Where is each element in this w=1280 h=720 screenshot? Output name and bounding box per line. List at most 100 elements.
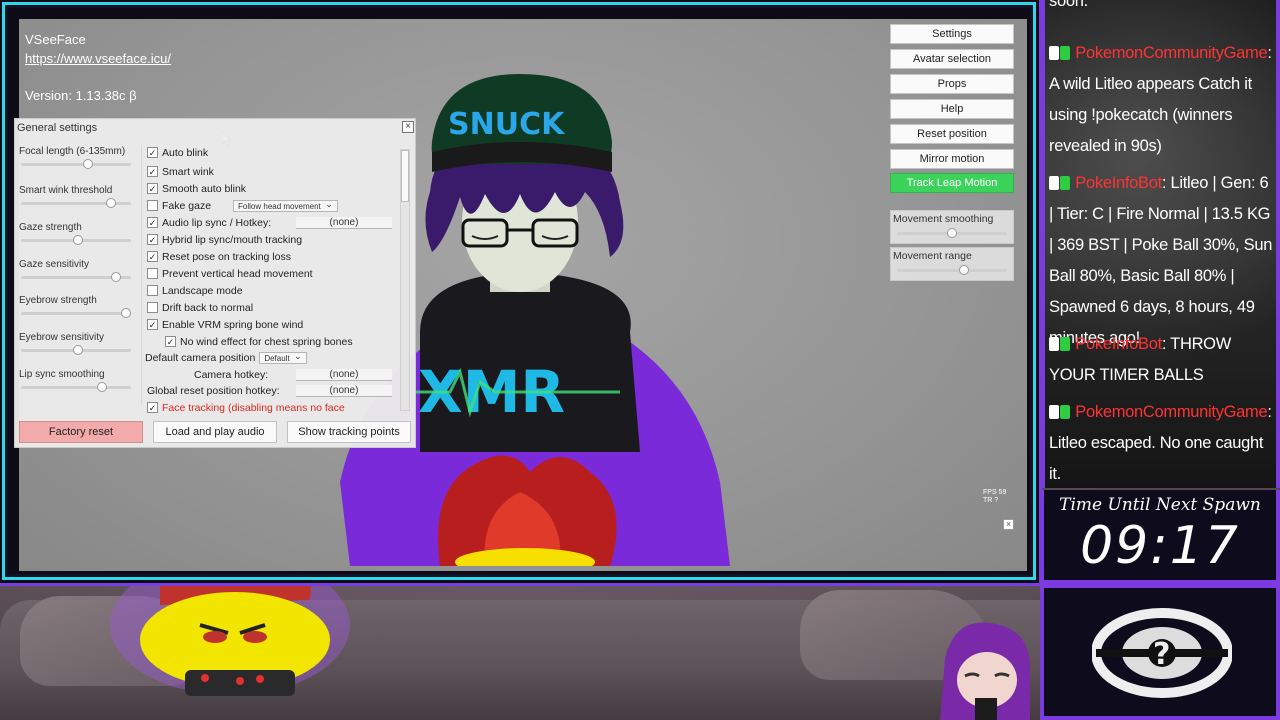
reset-position-button[interactable]: Reset position [890,124,1014,144]
slider-knob[interactable] [73,235,83,245]
camera-position-dropdown[interactable]: Default [259,351,307,364]
option-row[interactable]: Fake gaze Follow head movement [147,198,338,213]
badge-icon [1049,176,1059,190]
movement-smoothing-control: Movement smoothing [890,210,1014,244]
option-row[interactable]: Landscape mode [147,283,243,298]
option-label: Fake gaze [162,199,212,212]
slider-track[interactable] [21,386,131,389]
badge-icon [1060,176,1070,190]
camera-hotkey-field[interactable]: (none) [296,369,392,381]
option-checkbox[interactable] [147,285,158,296]
option-label: Hybrid lip sync/mouth tracking [162,233,303,246]
slider-row: Lip sync smoothing [19,369,139,392]
general-settings-panel: General settings × Focal length (6-135mm… [14,118,416,448]
option-label: Prevent vertical head movement [162,267,313,280]
option-row[interactable]: ✓ Auto blink [147,145,208,160]
option-row[interactable]: Drift back to normal [147,300,253,315]
movement-range-track[interactable] [897,269,1007,272]
camera-hotkey-row: Camera hotkey: [194,367,268,382]
face-tracking-checkbox[interactable]: ✓ [147,402,158,413]
mirror-motion-button[interactable]: Mirror motion [890,149,1014,169]
settings-button[interactable]: Settings [890,24,1014,44]
factory-reset-button[interactable]: Factory reset [19,421,143,443]
fake-gaze-dropdown[interactable]: Follow head movement [233,199,338,212]
slider-label: Gaze strength [19,222,82,233]
option-label: No wind effect for chest spring bones [180,335,353,348]
option-row[interactable]: ✓ No wind effect for chest spring bones [165,334,353,349]
chat-message: PokemonCommunityGame: Litleo escaped. No… [1049,397,1275,488]
app-website-link[interactable]: https://www.vseeface.icu/ [25,51,171,66]
option-checkbox[interactable]: ✓ [147,217,158,228]
settings-panel-title: General settings [17,122,98,134]
slider-label: Lip sync smoothing [19,369,105,380]
option-row[interactable]: Prevent vertical head movement [147,266,313,281]
slider-label: Smart wink threshold [19,185,113,196]
option-row[interactable]: ✓ Smart wink [147,164,214,179]
option-label: Reset pose on tracking loss [162,250,291,263]
global-reset-hotkey-field[interactable]: (none) [296,385,392,397]
movement-range-control: Movement range [890,247,1014,281]
track-leap-motion-button[interactable]: Track Leap Motion [890,173,1014,193]
slider-row: Focal length (6-135mm) [19,146,139,169]
show-tracking-points-button[interactable]: Show tracking points [287,421,411,443]
slider-row: Gaze sensitivity [19,259,139,282]
settings-scrollbar-thumb[interactable] [401,150,409,202]
slider-knob[interactable] [121,308,131,318]
load-play-audio-button[interactable]: Load and play audio [153,421,277,443]
slider-knob[interactable] [83,159,93,169]
badge-icon [1049,337,1059,351]
slider-track[interactable] [21,312,131,315]
hide-ui-icon[interactable]: × [1003,519,1014,530]
movement-smoothing-label: Movement smoothing [893,213,994,225]
option-checkbox[interactable] [147,302,158,313]
slider-label: Eyebrow sensitivity [19,332,105,343]
settings-scrollbar[interactable] [400,149,410,411]
chat-username: PokemonCommunityGame [1075,44,1268,62]
app-name: VSeeFace [25,32,86,47]
column-divider [141,145,142,405]
svg-text:SNUCK: SNUCK [448,107,566,142]
option-checkbox[interactable]: ✓ [147,147,158,158]
chat-message: PokeInfoBot: Litleo | Gen: 6 | Tier: C |… [1049,168,1275,354]
chat-message: PokeInfoBot: THROW YOUR TIMER BALLS [1049,329,1275,391]
audio-lip-sync-hotkey-field[interactable]: (none) [296,217,392,229]
badge-icon [1060,337,1070,351]
avatar-selection-button[interactable]: Avatar selection [890,49,1014,69]
face-tracking-row[interactable]: ✓ Face tracking (disabling means no face [147,400,345,415]
props-button[interactable]: Props [890,74,1014,94]
option-label: Smart wink [162,165,214,178]
option-checkbox[interactable]: ✓ [147,183,158,194]
option-label: Drift back to normal [162,301,254,314]
option-checkbox[interactable] [147,200,158,211]
option-row[interactable]: ✓ Hybrid lip sync/mouth tracking [147,232,302,247]
option-checkbox[interactable] [147,268,158,279]
option-row[interactable]: ✓ Smooth auto blink [147,181,246,196]
option-row[interactable]: ✓ Reset pose on tracking loss [147,249,291,264]
slider-knob[interactable] [111,272,121,282]
tracking-status: TR ? [983,497,999,504]
option-checkbox[interactable]: ✓ [165,336,176,347]
option-checkbox[interactable]: ✓ [147,251,158,262]
close-icon[interactable]: × [402,121,414,133]
slider-knob[interactable] [97,382,107,392]
movement-smoothing-knob[interactable] [947,228,957,238]
option-checkbox[interactable]: ✓ [147,319,158,330]
slider-knob[interactable] [106,198,116,208]
help-button[interactable]: Help [890,99,1014,119]
option-checkbox[interactable]: ✓ [147,234,158,245]
slider-track[interactable] [21,163,131,166]
badge-icon [1060,405,1070,419]
option-label: Smooth auto blink [162,182,247,195]
movement-range-knob[interactable] [959,265,969,275]
option-checkbox[interactable]: ✓ [147,166,158,177]
slider-row: Eyebrow strength [19,295,139,318]
option-row[interactable]: ✓ Enable VRM spring bone wind [147,317,303,332]
badge-icon [1060,46,1070,60]
slider-label: Focal length (6-135mm) [19,146,126,157]
fps-readout: FPS 59 TR ? [983,489,1006,505]
slider-row: Smart wink threshold [19,185,139,208]
slider-knob[interactable] [73,345,83,355]
chat-username: PokeInfoBot [1075,335,1162,353]
option-row[interactable]: ✓ Audio lip sync / Hotkey: [147,215,271,230]
camera-hotkey-label: Camera hotkey: [194,368,269,381]
